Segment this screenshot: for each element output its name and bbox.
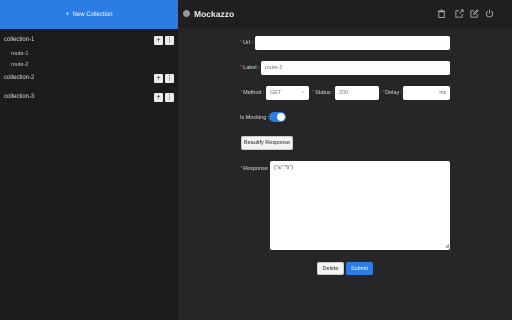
beautify-response-button[interactable]: Beautify Response bbox=[241, 136, 293, 150]
response-textarea[interactable]: {"a":"b"} ◢ bbox=[270, 161, 450, 250]
status-label: *Status : bbox=[312, 90, 334, 96]
url-input[interactable] bbox=[255, 36, 450, 50]
power-icon[interactable] bbox=[485, 9, 494, 18]
method-label: *Method : bbox=[240, 90, 265, 96]
collection-2-actions: + ⋮ bbox=[154, 74, 174, 83]
route-item[interactable]: route-1 bbox=[11, 51, 28, 57]
add-route-button[interactable]: + bbox=[154, 36, 163, 45]
delay-input[interactable]: ms bbox=[403, 86, 450, 100]
collection-menu-button[interactable]: ⋮ bbox=[165, 36, 174, 45]
method-select[interactable]: GET ⌄ bbox=[266, 86, 309, 100]
edit-icon[interactable] bbox=[470, 9, 479, 18]
trash-icon[interactable] bbox=[437, 9, 446, 18]
plus-icon: + bbox=[65, 11, 70, 18]
export-icon[interactable] bbox=[455, 9, 464, 18]
collection-3-actions: + ⋮ bbox=[154, 93, 174, 102]
label-input[interactable]: route-2 bbox=[261, 61, 450, 75]
app-header: Mockazzo bbox=[178, 0, 512, 28]
method-value: GET bbox=[270, 90, 282, 96]
sidebar: + New Collection collection-1 + ⋮ route-… bbox=[0, 0, 178, 320]
collection-1-actions: + ⋮ bbox=[154, 36, 174, 45]
new-collection-label: New Collection bbox=[72, 11, 113, 18]
collection-item-1[interactable]: collection-1 bbox=[4, 37, 34, 43]
add-route-button[interactable]: + bbox=[154, 93, 163, 102]
collection-menu-button[interactable]: ⋮ bbox=[165, 93, 174, 102]
mocking-toggle[interactable] bbox=[269, 112, 286, 122]
chevron-down-icon: ⌄ bbox=[300, 89, 305, 95]
logo-icon bbox=[183, 10, 190, 17]
delay-label: *Delay : bbox=[382, 90, 403, 96]
label-label: *Label : bbox=[240, 65, 260, 71]
collection-menu-button[interactable]: ⋮ bbox=[165, 74, 174, 83]
response-label: *Response : bbox=[240, 166, 271, 172]
mocking-label: Is Mocking : bbox=[240, 115, 270, 121]
status-input[interactable]: 200 bbox=[335, 86, 379, 100]
add-route-button[interactable]: + bbox=[154, 74, 163, 83]
route-item[interactable]: route-2 bbox=[11, 62, 28, 68]
new-collection-button[interactable]: + New Collection bbox=[0, 0, 178, 29]
delete-button[interactable]: Delete bbox=[317, 262, 344, 275]
collection-item-2[interactable]: collection-2 bbox=[4, 75, 34, 81]
resize-handle-icon[interactable]: ◢ bbox=[445, 243, 449, 249]
collection-item-3[interactable]: collection-3 bbox=[4, 94, 34, 100]
submit-button[interactable]: Submit bbox=[346, 262, 373, 275]
app-title: Mockazzo bbox=[194, 9, 235, 19]
response-value: {"a":"b"} bbox=[274, 165, 294, 171]
delay-unit: ms bbox=[439, 90, 446, 96]
url-label: *Url : bbox=[240, 40, 254, 46]
toggle-knob bbox=[277, 113, 285, 121]
